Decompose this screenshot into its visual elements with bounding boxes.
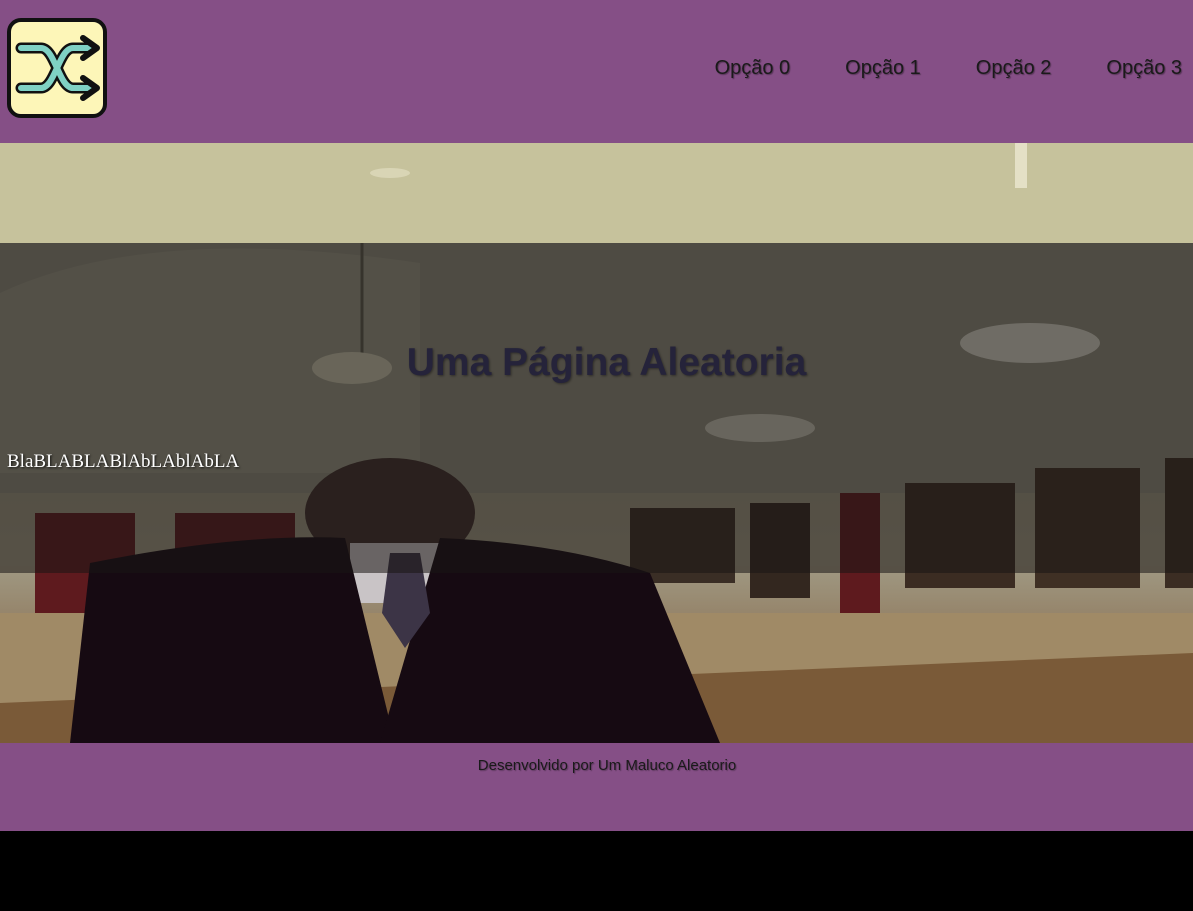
page-title: Uma Página Aleatoria bbox=[406, 341, 807, 384]
footer-credit: Desenvolvido por Um Maluco Aleatorio bbox=[477, 757, 737, 774]
nav-option-0[interactable]: Opção 0 bbox=[715, 57, 791, 81]
hero-overlay-band bbox=[0, 243, 1193, 573]
nav-option-1[interactable]: Opção 1 bbox=[845, 57, 921, 81]
hero-text: BlaBLABLABlAbLAblAbLA bbox=[7, 451, 240, 472]
nav-option-3[interactable]: Opção 3 bbox=[1106, 57, 1182, 81]
site-footer: Desenvolvido por Um Maluco Aleatorio bbox=[0, 743, 1193, 831]
site-header: Opção 0 Opção 1 Opção 2 Opção 3 bbox=[0, 0, 1193, 143]
shuffle-icon-graphic bbox=[15, 35, 100, 101]
main-nav: Opção 0 Opção 1 Opção 2 Opção 3 bbox=[715, 57, 1182, 81]
shuffle-icon[interactable] bbox=[7, 18, 107, 118]
hero-section: Uma Página Aleatoria BlaBLABLABlAbLAblAb… bbox=[0, 143, 1193, 743]
page-bottom-area bbox=[0, 831, 1193, 911]
nav-option-2[interactable]: Opção 2 bbox=[976, 57, 1052, 81]
